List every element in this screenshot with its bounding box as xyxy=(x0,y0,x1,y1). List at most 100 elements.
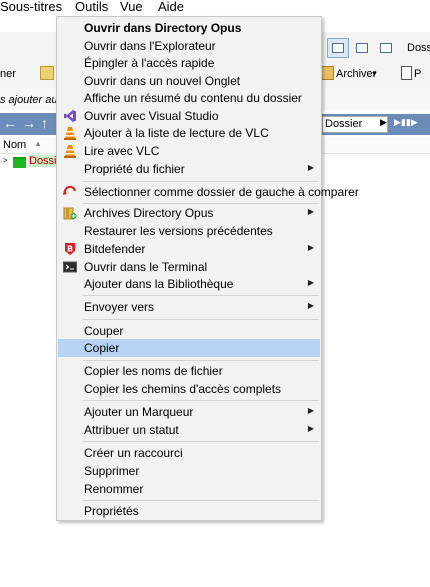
menu-item-bitdefender[interactable]: B Bitdefender ▶ xyxy=(58,240,320,258)
layout-icon xyxy=(380,43,392,53)
menu-item-send-to[interactable]: Envoyer vers ▶ xyxy=(58,298,320,316)
menu-separator xyxy=(83,441,319,442)
menu-separator xyxy=(83,500,319,501)
layout-button-1[interactable] xyxy=(327,38,349,58)
menu-item-label: Supprimer xyxy=(84,464,140,478)
back-arrow-icon[interactable]: ← xyxy=(3,115,17,131)
menu-item-label: Bitdefender xyxy=(84,242,146,256)
folder-new-icon[interactable] xyxy=(40,66,54,80)
menu-item-label: Sélectionner comme dossier de gauche à c… xyxy=(84,185,359,199)
menu-item-label: Attribuer un statut xyxy=(84,423,179,437)
menu-item-label: Ouvrir dans le Terminal xyxy=(84,260,208,274)
menu-aide[interactable]: Aide xyxy=(158,0,184,14)
menu-item-label: Propriété du fichier xyxy=(84,162,185,176)
menu-item-properties[interactable]: Propriétés xyxy=(58,502,320,520)
menu-item-restore-versions[interactable]: Restaurer les versions précédentes xyxy=(58,222,320,240)
menu-item-label: Épingler à l'accès rapide xyxy=(84,56,215,70)
menu-item-label: Ajouter à la liste de lecture de VLC xyxy=(84,126,269,140)
archive-icon xyxy=(320,66,334,80)
forward-arrow-icon[interactable]: → xyxy=(22,115,36,131)
submenu-arrow-icon: ▶ xyxy=(307,243,314,252)
menu-item-delete[interactable]: Supprimer xyxy=(58,462,320,480)
menu-item-label: Copier xyxy=(84,341,120,355)
menu-item-label: Archives Directory Opus xyxy=(84,206,214,220)
menu-item-label: Ouvrir dans l'Explorateur xyxy=(84,39,216,53)
folder-icon xyxy=(13,157,26,168)
toolbar-dossier-label[interactable]: Dossi xyxy=(407,42,430,54)
menu-item-label: Affiche un résumé du contenu du dossier xyxy=(84,91,302,105)
vlc-icon xyxy=(64,145,76,158)
menu-item-open-directory-opus[interactable]: Ouvrir dans Directory Opus xyxy=(58,19,320,37)
layout-icon xyxy=(356,43,368,53)
menu-vue[interactable]: Vue xyxy=(120,0,143,14)
menu-item-label: Renommer xyxy=(84,482,144,496)
menu-item-rename[interactable]: Renommer xyxy=(58,480,320,498)
properties-partial-label[interactable]: P xyxy=(414,68,421,80)
layout-icon xyxy=(332,43,344,53)
menu-sous-titres[interactable]: Sous-titres xyxy=(0,0,62,14)
svg-text:B: B xyxy=(67,245,73,254)
properties-icon xyxy=(401,66,412,80)
visual-studio-icon xyxy=(64,110,76,122)
menu-item-label: Ajouter un Marqueur xyxy=(84,405,194,419)
navigation-bar: ← → ↑ xyxy=(0,113,58,135)
menu-item-open-visual-studio[interactable]: Ouvrir avec Visual Studio xyxy=(58,107,320,125)
menu-item-file-property[interactable]: Propriété du fichier ▶ xyxy=(58,160,320,178)
path-chevron-icon[interactable]: ▶ xyxy=(380,117,387,128)
menu-item-pin-quick-access[interactable]: Épingler à l'accès rapide xyxy=(58,54,320,72)
menu-item-select-left-compare[interactable]: Sélectionner comme dossier de gauche à c… xyxy=(58,183,359,201)
menu-item-add-marker[interactable]: Ajouter un Marqueur ▶ xyxy=(58,403,320,421)
menu-item-open-explorer[interactable]: Ouvrir dans l'Explorateur xyxy=(58,37,320,55)
submenu-arrow-icon: ▶ xyxy=(307,406,314,415)
menu-item-label: Ouvrir dans Directory Opus xyxy=(84,21,242,35)
archive-icon xyxy=(63,207,77,220)
menu-item-label: Ouvrir avec Visual Studio xyxy=(84,109,219,123)
menu-separator xyxy=(83,360,319,361)
menu-item-label: Créer un raccourci xyxy=(84,446,183,460)
path-segment[interactable]: Dossier xyxy=(322,116,388,133)
sort-ascending-icon: ▲ xyxy=(34,139,42,148)
menu-item-add-vlc-playlist[interactable]: Ajouter à la liste de lecture de VLC xyxy=(58,124,320,142)
menu-bar: Sous-titres Outils Vue Aide xyxy=(0,0,430,17)
menu-separator xyxy=(83,319,319,320)
chevron-down-icon[interactable]: ▼ xyxy=(371,71,378,78)
menu-item-copy-filenames[interactable]: Copier les noms de fichier xyxy=(58,362,320,380)
compare-icon xyxy=(63,185,76,195)
menu-item-copy-full-paths[interactable]: Copier les chemins d'accès complets xyxy=(58,380,320,398)
menu-item-label: Copier les chemins d'accès complets xyxy=(84,382,282,396)
layout-button-2[interactable] xyxy=(351,38,373,58)
menu-item-folder-summary[interactable]: Affiche un résumé du contenu du dossier xyxy=(58,89,320,107)
column-header-nom[interactable]: Nom xyxy=(3,139,26,151)
menu-separator xyxy=(83,295,319,296)
menu-item-cut[interactable]: Couper xyxy=(58,322,320,340)
menu-item-label: Propriétés xyxy=(84,504,139,518)
menu-item-label: Lire avec VLC xyxy=(84,144,160,158)
menu-item-play-vlc[interactable]: Lire avec VLC xyxy=(58,142,320,160)
menu-item-label: Couper xyxy=(84,324,124,338)
path-tools-icon[interactable]: ▶▮▮▶ xyxy=(394,117,418,128)
menu-item-copy[interactable]: Copier xyxy=(58,339,320,357)
submenu-arrow-icon: ▶ xyxy=(307,207,314,216)
menu-outils[interactable]: Outils xyxy=(75,0,108,14)
bitdefender-icon: B xyxy=(65,243,75,255)
path-label: Dossier xyxy=(325,118,363,130)
menu-separator xyxy=(83,400,319,401)
menu-item-open-terminal[interactable]: Ouvrir dans le Terminal xyxy=(58,258,320,276)
menu-item-assign-status[interactable]: Attribuer un statut ▶ xyxy=(58,421,320,439)
menu-item-open-new-tab[interactable]: Ouvrir dans un nouvel Onglet xyxy=(58,72,320,90)
menu-item-directory-opus-archives[interactable]: Archives Directory Opus ▶ xyxy=(58,204,320,222)
menu-item-create-shortcut[interactable]: Créer un raccourci xyxy=(58,444,320,462)
expand-arrow-icon[interactable]: > xyxy=(3,156,8,165)
toolbar2-left-label[interactable]: ner xyxy=(0,68,16,80)
submenu-arrow-icon: ▶ xyxy=(307,301,314,310)
menu-separator xyxy=(83,181,319,182)
menu-item-label: Restaurer les versions précédentes xyxy=(84,224,273,238)
vlc-icon xyxy=(64,127,76,140)
menu-item-label: Ouvrir dans un nouvel Onglet xyxy=(84,74,241,88)
menu-item-add-library[interactable]: Ajouter dans la Bibliothèque ▶ xyxy=(58,275,320,293)
submenu-arrow-icon: ▶ xyxy=(307,424,314,433)
layout-button-3[interactable] xyxy=(375,38,397,58)
up-arrow-icon[interactable]: ↑ xyxy=(41,115,48,131)
submenu-arrow-icon: ▶ xyxy=(307,163,314,172)
menu-item-label: Copier les noms de fichier xyxy=(84,364,223,378)
